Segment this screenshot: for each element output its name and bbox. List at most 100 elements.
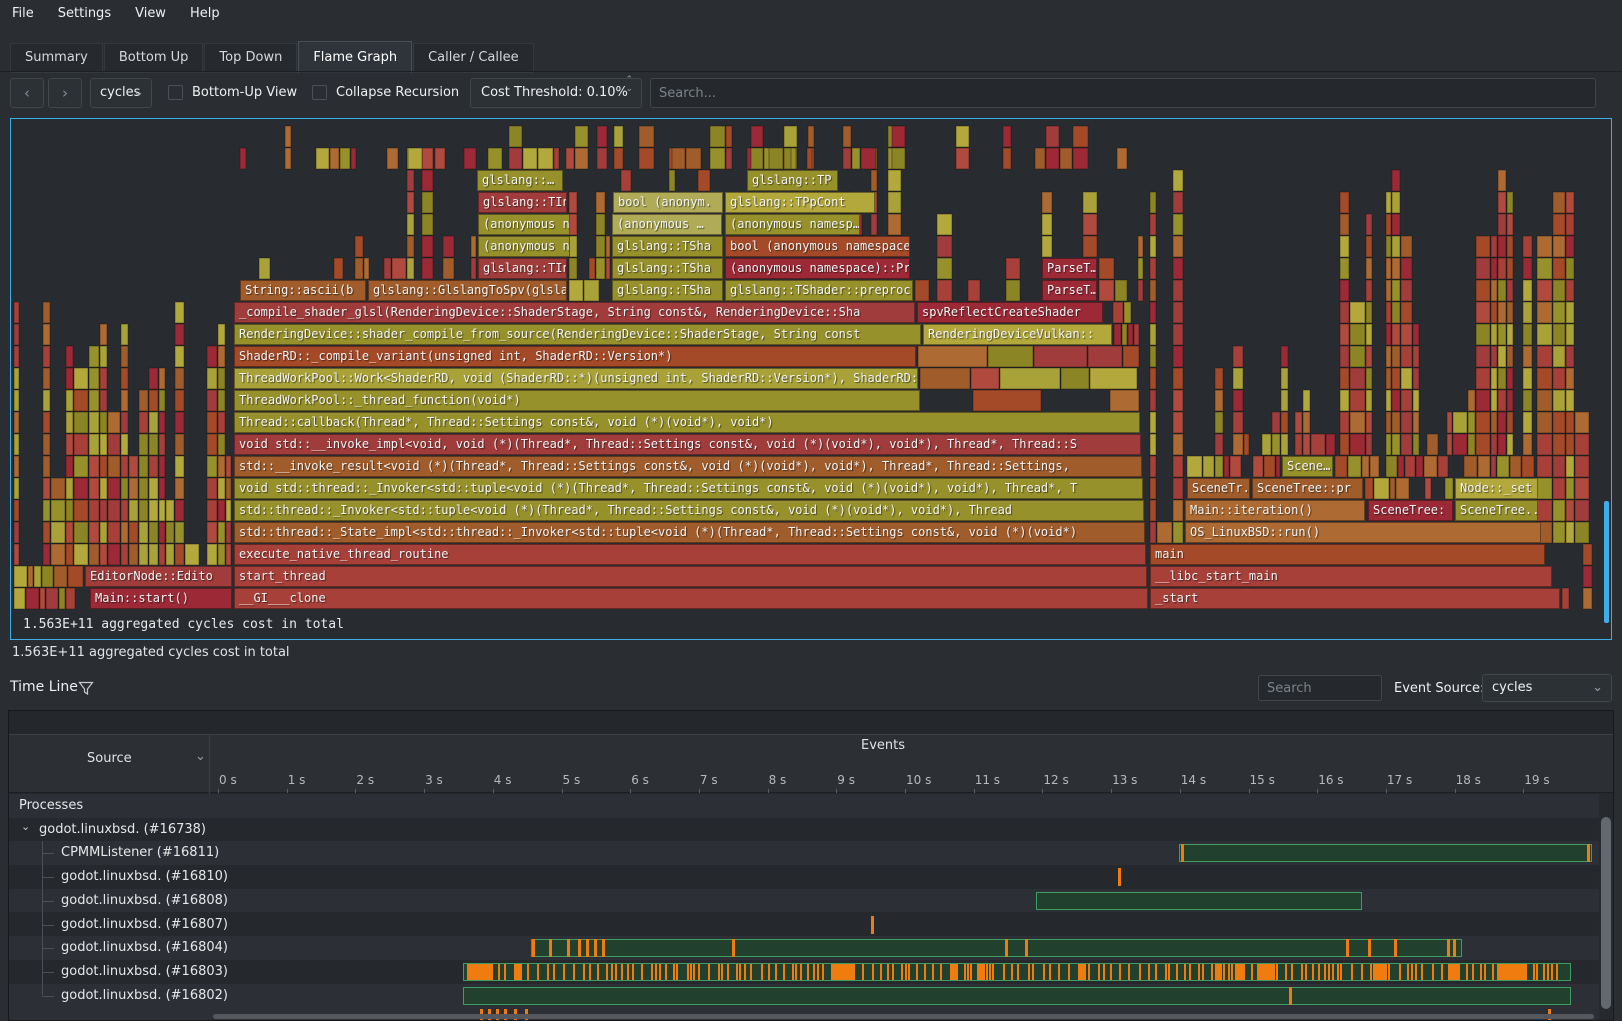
filter-icon[interactable] [78,681,94,696]
flame-frame[interactable]: RenderingDevice::shader_compile_from_sou… [234,324,921,345]
flame-frame[interactable]: void std::__invoke_impl<void, void (*)(T… [234,434,1141,455]
timeline-row[interactable]: Processes [9,794,1599,818]
flame-frame[interactable]: SceneTr.. [1187,478,1250,499]
timeline-row[interactable]: godot.linuxbsd. (#16804) [9,936,1599,960]
sort-chevron-icon[interactable]: ⌄ [195,749,206,764]
flame-frame[interactable]: SceneTree::pr [1252,478,1363,499]
forward-button[interactable]: › [48,78,82,108]
timeline-row-label[interactable]: godot.linuxbsd. (#16808) [61,893,228,908]
timeline-row[interactable]: CPMMListener (#16811) [9,841,1599,865]
tab-caller-callee[interactable]: Caller / Callee [413,43,534,73]
flame-frame[interactable]: EditorNode::Edito [85,566,232,587]
flame-frame[interactable]: glslang::TSha [612,236,723,257]
timeline-row-label[interactable]: godot.linuxbsd. (#16807) [61,917,228,932]
tab-flame-graph[interactable]: Flame Graph [298,41,412,73]
flame-frame[interactable]: Main::start() [90,588,232,609]
flame-frame[interactable]: std::thread::_State_impl<std::thread::_I… [234,522,1145,543]
timeline-row-label[interactable]: godot.linuxbsd. (#16803) [61,964,228,979]
timeline-span-bar[interactable] [463,987,1571,1005]
flame-frame[interactable]: main [1150,544,1545,565]
flame-frame[interactable]: RenderingDeviceVulkan:: [923,324,1112,345]
bottom-up-checkbox[interactable] [168,85,183,100]
expander-chevron-icon[interactable]: ⌄ [21,820,30,833]
flame-frame[interactable]: Node::_set [1455,478,1538,499]
timeline-row[interactable]: godot.linuxbsd. (#16802) [9,984,1599,1008]
menu-item-settings[interactable]: Settings [46,0,123,27]
timeline-row[interactable]: godot.linuxbsd. (#16803) [9,960,1599,984]
timeline-row[interactable]: godot.linuxbsd. (#16738) ⌄ [9,818,1599,842]
source-column-header[interactable]: Source [87,751,132,766]
timeline-search-input[interactable] [1258,675,1382,701]
tab-top-down[interactable]: Top Down [204,43,297,73]
timeline-row-label[interactable]: godot.linuxbsd. (#16804) [61,940,228,955]
collapse-recursion-checkbox[interactable] [312,85,327,100]
flame-frame[interactable]: _compile_shader_glsl(RenderingDevice::Sh… [234,302,915,323]
flame-frame[interactable]: bool (anonymous namespace [725,236,910,257]
flame-frame[interactable]: SceneTree.. [1455,500,1538,521]
event-tick [905,964,907,980]
flame-frame[interactable]: ParseT… [1042,280,1097,301]
flame-frame[interactable]: glslang::… [477,170,563,191]
timeline-span-bar[interactable] [531,939,1462,957]
flame-frame[interactable]: glslang::GlslangToSpv(glslar [368,280,567,301]
flame-frame[interactable]: ShaderRD::_compile_variant(unsigned int,… [234,346,916,367]
flame-frame[interactable]: __GI___clone [234,588,1148,609]
flame-frame[interactable]: execute_native_thread_routine [234,544,1146,565]
horizontal-scrollbar-thumb[interactable] [213,1014,1594,1019]
vertical-scrollbar-thumb[interactable] [1601,817,1611,1009]
flame-frame[interactable]: glslang::TPpCont [725,192,875,213]
timeline-row[interactable]: godot.linuxbsd. (#16807) [9,913,1599,937]
timeline-row-label[interactable]: godot.linuxbsd. (#16802) [61,988,228,1003]
flame-frame[interactable]: start_thread [234,566,1147,587]
flame-frame[interactable]: std::__invoke_result<void (*)(Thread*, T… [234,456,1142,477]
flame-frame[interactable]: SceneTree: [1368,500,1453,521]
flame-frame[interactable]: ParseT… [1042,258,1097,279]
tab-bottom-up[interactable]: Bottom Up [104,43,204,73]
flame-frame[interactable]: String::ascii(b [240,280,366,301]
timeline-row-label[interactable]: Processes [19,798,83,813]
spin-up-icon[interactable]: ⌃⌄ [625,76,633,94]
timeline-row-label[interactable]: godot.linuxbsd. (#16810) [61,869,228,884]
flame-frame[interactable]: (anonymous na… [478,214,570,235]
flame-frame[interactable]: ThreadWorkPool::_thread_function(void*) [234,390,920,411]
flame-frame[interactable]: spvReflectCreateShader [917,302,1103,323]
timeline-row-label[interactable]: CPMMListener (#16811) [61,845,219,860]
menu-item-file[interactable]: File [0,0,46,27]
event-source-combo[interactable]: cycles ⌄ [1482,674,1612,702]
menu-item-help[interactable]: Help [178,0,232,27]
flame-frame[interactable]: bool (anonym. [613,192,723,213]
flame-frame[interactable]: (anonymous na… [478,236,570,257]
flame-frame[interactable]: glslang::TInte [478,192,567,213]
flame-frame[interactable]: (anonymous … [612,214,722,235]
cost-threshold-spinbox[interactable]: Cost Threshold: 0.10% ⌃⌄ [470,78,642,108]
flame-frame[interactable]: ThreadWorkPool::Work<ShaderRD, void (Sha… [234,368,918,389]
flame-frame[interactable]: glslang::TShader::preproc [725,280,913,301]
flame-frame[interactable]: glslang::TSha [612,280,723,301]
flame-frame[interactable]: glslang::TSha [612,258,723,279]
flame-frame[interactable]: Thread::callback(Thread*, Thread::Settin… [234,412,1140,433]
flame-frame[interactable]: glslang::TInte [478,258,567,279]
flamegraph-search-input[interactable] [650,78,1596,108]
timeline-row[interactable]: godot.linuxbsd. (#16808) [9,889,1599,913]
flame-frame[interactable]: __libc_start_main [1150,566,1552,587]
timeline-span-bar[interactable] [1036,892,1362,910]
flame-frame[interactable]: (anonymous namesp… [725,214,860,235]
timeline-span-bar[interactable] [1179,844,1592,862]
flame-frame[interactable]: (anonymous namespace)::Pr [725,258,910,279]
timeline-row-label[interactable]: godot.linuxbsd. (#16738) [39,822,206,837]
tab-summary[interactable]: Summary [10,43,103,73]
flame-frame[interactable]: Scene… [1282,456,1333,477]
flame-frame[interactable]: OS_LinuxBSD::run() [1185,522,1541,543]
menu-item-view[interactable]: View [123,0,178,27]
flame-frame[interactable]: _start [1150,588,1560,609]
events-column-header[interactable]: Events [861,738,905,753]
timeline-row[interactable]: godot.linuxbsd. (#16810) [9,865,1599,889]
flame-frame[interactable]: std::thread::_Invoker<std::tuple<void (*… [234,500,1144,521]
cost-type-combo[interactable]: cycles ⌄ [90,78,152,108]
flame-frame[interactable]: Main::iteration() [1185,500,1365,521]
back-button[interactable]: ‹ [10,78,44,108]
flame-frame[interactable]: glslang::TP [747,170,838,191]
flame-graph[interactable]: Main::start()__GI___clone_start EditorNod… [10,118,1612,640]
flame-scrollbar[interactable] [1604,501,1609,623]
flame-frame[interactable]: void std::thread::_Invoker<std::tuple<vo… [234,478,1143,499]
